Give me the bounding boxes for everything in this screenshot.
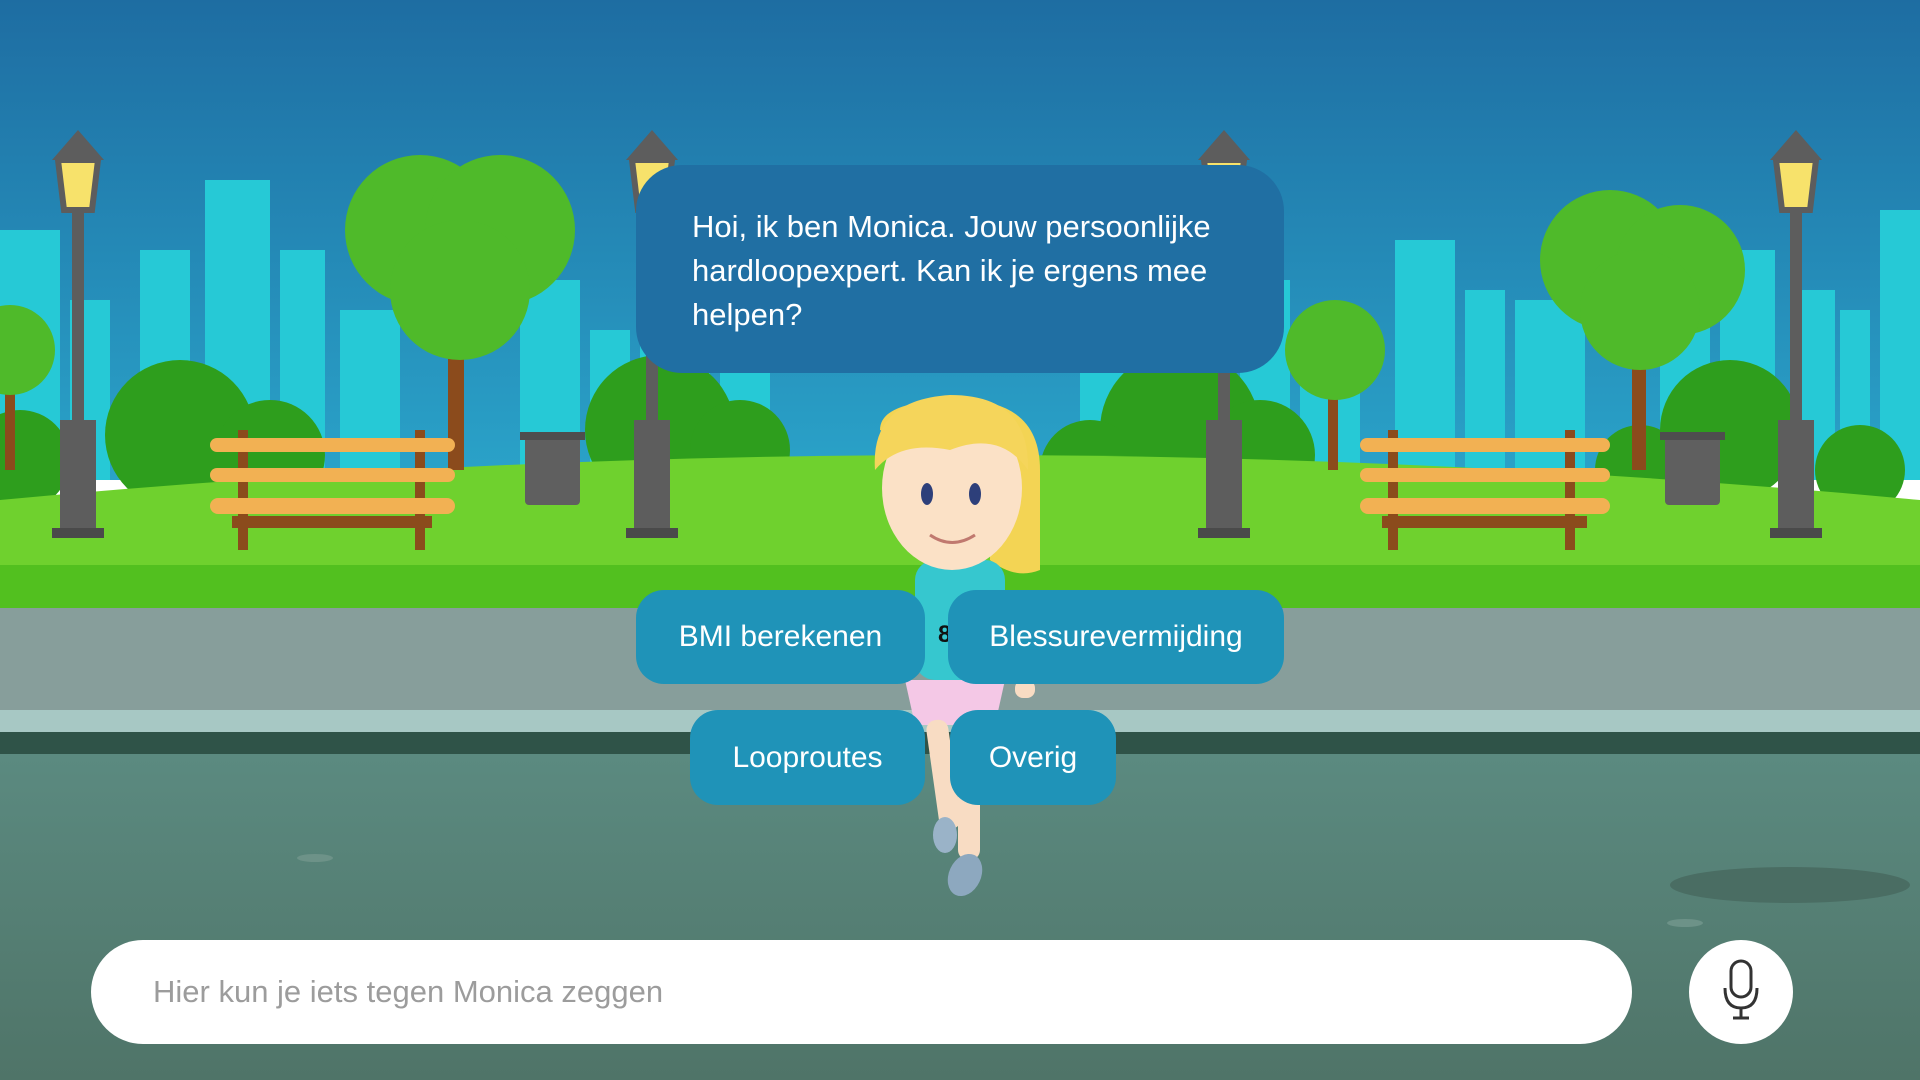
option-blessure-button[interactable]: Blessurevermijding xyxy=(948,590,1284,684)
chat-input[interactable] xyxy=(151,973,1632,1011)
chat-message-text: Hoi, ik ben Monica. Jouw persoonlijke ha… xyxy=(692,209,1211,332)
option-bmi-button[interactable]: BMI berekenen xyxy=(636,590,925,684)
park-background: 8 xyxy=(0,0,1920,1080)
microphone-button[interactable] xyxy=(1689,940,1793,1044)
chat-message-bubble: Hoi, ik ben Monica. Jouw persoonlijke ha… xyxy=(636,165,1284,373)
microphone-icon xyxy=(1721,958,1761,1027)
option-looproutes-button[interactable]: Looproutes xyxy=(690,710,925,805)
chat-input-container[interactable] xyxy=(91,940,1632,1044)
option-overig-button[interactable]: Overig xyxy=(950,710,1116,805)
